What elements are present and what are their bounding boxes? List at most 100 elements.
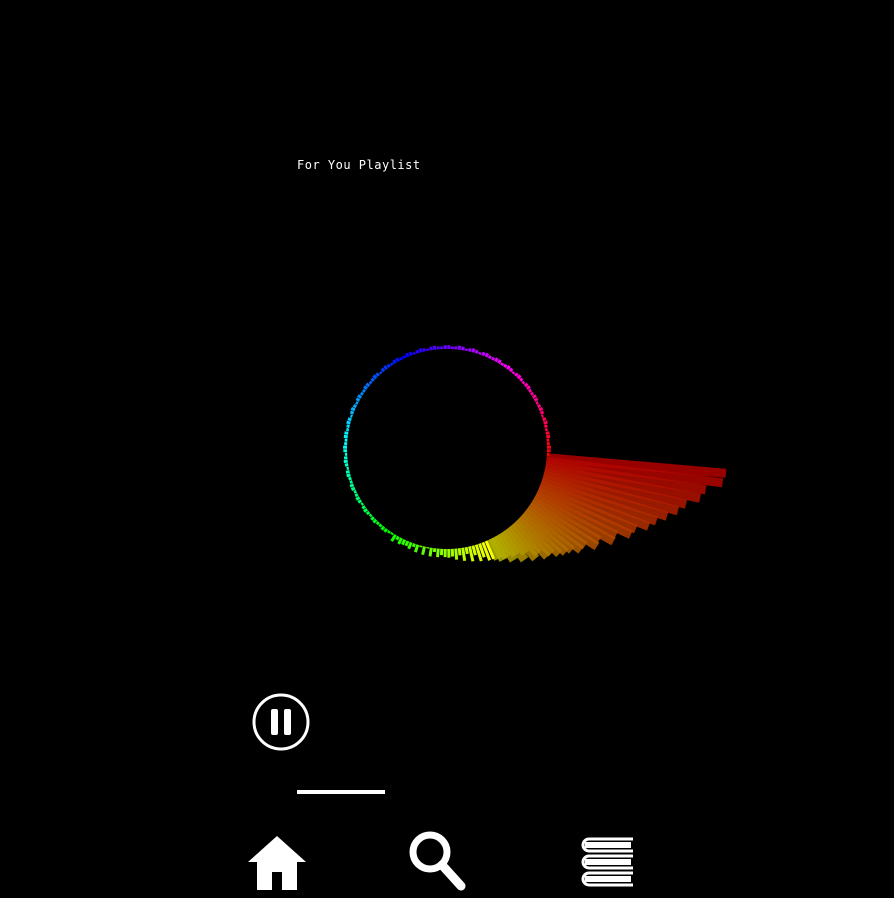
library-icon [577, 836, 639, 892]
visualizer-bar [345, 465, 348, 466]
visualizer-bar [392, 533, 393, 535]
visualizer-bar [350, 416, 352, 417]
visualizer-bar [529, 390, 531, 392]
visualizer-bar [476, 350, 477, 353]
visualizer-bar [409, 542, 411, 548]
visualizer-bar [402, 540, 404, 545]
visualizer-bar [346, 471, 350, 472]
visualizer-bar [533, 395, 536, 397]
visualizer-bar [384, 366, 386, 369]
visualizer-bar [525, 384, 528, 386]
visualizer-bar [349, 478, 352, 479]
visualizer-bar [499, 360, 501, 363]
visualizer-bar [397, 536, 399, 539]
visualizer-bar [483, 352, 484, 355]
visualizer-bar [350, 485, 354, 486]
visualizer-bar [373, 375, 376, 378]
nav-search[interactable] [406, 828, 468, 894]
visualizer-bar [527, 386, 530, 388]
visualizer-bar [531, 393, 533, 395]
visualizer-bar [430, 548, 431, 557]
visualizer-bar [463, 347, 464, 351]
visualizer-bar [382, 369, 384, 372]
visualizer-bar [377, 522, 379, 524]
visualizer-bar [397, 358, 399, 361]
visualizer-bar [546, 433, 550, 434]
visualizer-bar [536, 403, 538, 404]
visualizer-bar [417, 350, 418, 353]
visualizer-bar [356, 497, 359, 499]
visualizer-bar [380, 524, 382, 526]
visualizer-bar [374, 520, 377, 523]
visualizer-bar [459, 548, 460, 555]
visualizer-bar [480, 352, 481, 354]
visualizer-bar [544, 426, 547, 427]
visualizer-bar [363, 390, 365, 392]
visualizer-bar [522, 382, 524, 384]
visualizer-bar [539, 408, 543, 410]
visualizer-bar [438, 549, 439, 558]
nav-home[interactable] [246, 828, 308, 890]
pause-button[interactable] [251, 692, 311, 752]
visualizer-bar [501, 363, 502, 365]
visualizer-bar [473, 349, 474, 353]
visualizer-bar [354, 491, 356, 492]
visualizer-bar [399, 538, 402, 544]
visualizer-bar [351, 488, 355, 489]
visualizer-bar [370, 382, 372, 384]
visualizer-bar [414, 352, 415, 354]
visualizer-bar [356, 403, 358, 404]
visualizer-bar [518, 375, 521, 378]
visualizer-bar [420, 349, 421, 353]
visualizer-bar [469, 348, 470, 351]
visualizer-bar [371, 517, 374, 520]
visualizer-bar [515, 373, 517, 376]
visualizer-bar [353, 405, 356, 406]
search-icon [406, 828, 468, 894]
visualizer-bar [543, 419, 546, 420]
visualizer-bar [358, 501, 361, 503]
visualizer-bar [347, 426, 350, 427]
visualizer-bar [364, 386, 367, 388]
audio-visualizer [0, 0, 894, 894]
visualizer-bar [513, 372, 514, 374]
visualizer-bar [361, 503, 363, 504]
visualizer-bar [520, 379, 522, 381]
visualizer-bar [544, 422, 548, 423]
visualizer-bar [388, 531, 389, 533]
visualizer-bar [372, 379, 374, 381]
pause-icon [251, 692, 311, 752]
visualizer-bar [489, 356, 490, 359]
visualizer-bar [410, 352, 411, 355]
visualizer-bar [534, 399, 537, 401]
visualizer-bar [400, 357, 401, 359]
visualizer-bar [364, 509, 367, 511]
visualizer-bar [538, 405, 541, 406]
progress-bar[interactable] [297, 790, 385, 794]
visualizer-bar [347, 422, 351, 423]
visualizer-bar [507, 366, 509, 369]
visualizer-bar [413, 544, 414, 547]
visualizer-bar [423, 546, 425, 554]
visualizer-bar [456, 549, 457, 560]
visualizer-bar [431, 347, 432, 351]
visualizer-bar [362, 506, 365, 508]
nav-library[interactable] [577, 836, 639, 892]
visualizer-bar [495, 358, 497, 361]
visualizer-bar [542, 416, 544, 417]
visualizer-bar [361, 393, 363, 395]
visualizer-bar [370, 515, 372, 517]
visualizer-bar [385, 529, 387, 532]
visualizer-bar [473, 546, 476, 556]
visualizer-bar [415, 545, 417, 553]
visualizer-bar [406, 541, 408, 546]
home-icon [246, 828, 308, 890]
visualizer-bar [366, 384, 369, 386]
visualizer-bar [380, 372, 381, 374]
visualizer-bar [392, 535, 396, 541]
visualizer-bar [347, 475, 351, 476]
visualizer-bar [424, 348, 425, 351]
visualizer-bar [344, 433, 348, 434]
visualizer-bar [351, 408, 355, 410]
visualizer-bar [388, 365, 390, 368]
